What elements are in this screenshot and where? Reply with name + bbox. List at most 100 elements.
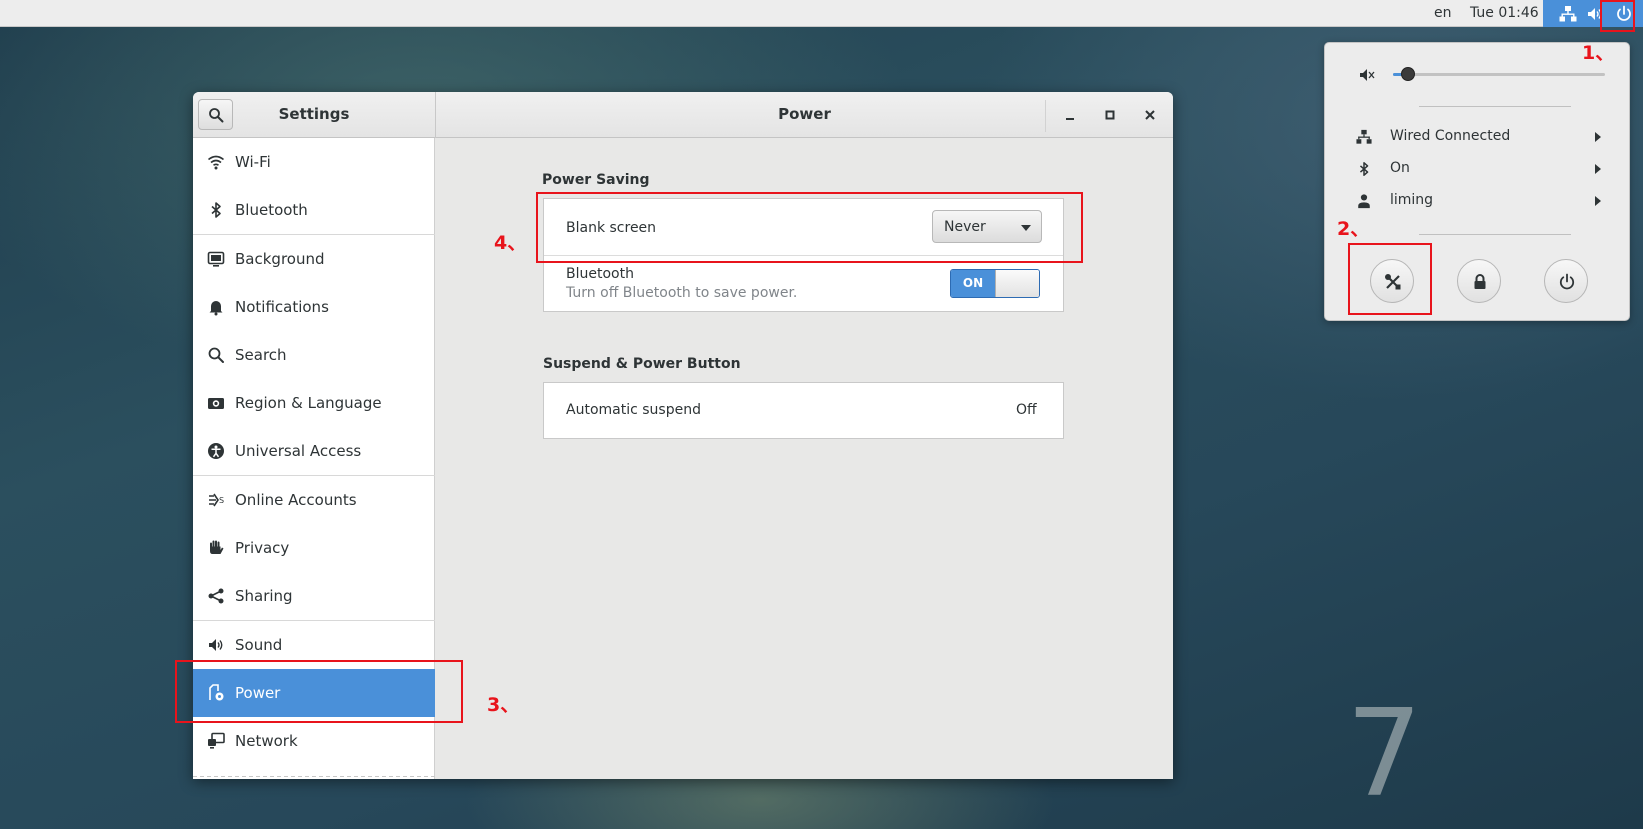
chevron-right-icon bbox=[1595, 196, 1601, 206]
hand-icon bbox=[207, 539, 225, 557]
minimize-button[interactable] bbox=[1059, 104, 1081, 126]
sidebar-item-label: Universal Access bbox=[235, 442, 362, 460]
sidebar-item-sharing[interactable]: Sharing bbox=[193, 572, 435, 620]
sidebar-item-label: Region & Language bbox=[235, 394, 382, 412]
suspend-card[interactable]: Automatic suspend Off bbox=[543, 382, 1064, 439]
user-icon bbox=[1356, 193, 1372, 209]
switch-on-label: ON bbox=[951, 270, 995, 297]
controls-divider bbox=[1045, 100, 1046, 132]
camera-icon bbox=[207, 394, 225, 412]
settings-icon bbox=[1385, 274, 1401, 290]
bluetooth-icon bbox=[1356, 161, 1372, 177]
system-menu: Wired Connected On liming bbox=[1324, 42, 1630, 321]
sidebar-item-label: Bluetooth bbox=[235, 201, 308, 219]
sidebar-item-label: Privacy bbox=[235, 539, 290, 557]
chevron-right-icon bbox=[1595, 132, 1601, 142]
blank-screen-value: Never bbox=[944, 219, 986, 235]
sidebar-item-universal-access[interactable]: Universal Access bbox=[193, 427, 435, 475]
power-icon bbox=[1559, 273, 1575, 290]
sidebar-item-label: Background bbox=[235, 250, 325, 268]
sidebar-item-online-accounts[interactable]: S Online Accounts bbox=[193, 476, 435, 524]
wallpaper-version-text: 7 bbox=[1346, 685, 1423, 824]
volume-slider-handle[interactable] bbox=[1400, 67, 1415, 81]
accessibility-icon bbox=[207, 442, 225, 460]
chevron-right-icon bbox=[1595, 164, 1601, 174]
bluetooth-power-switch[interactable]: ON bbox=[950, 269, 1040, 298]
sidebar-scroll-edge bbox=[193, 776, 435, 777]
background-icon bbox=[207, 250, 225, 268]
volume-slider[interactable] bbox=[1393, 73, 1605, 76]
sidebar-item-label: Search bbox=[235, 346, 287, 364]
sidebar-item-label: Sound bbox=[235, 636, 283, 654]
close-icon bbox=[1145, 110, 1155, 120]
row-divider bbox=[544, 255, 1063, 256]
settings-button[interactable] bbox=[1370, 259, 1414, 303]
menu-item-label: On bbox=[1390, 160, 1410, 176]
power-saving-card: Blank screen Never Bluetooth Turn off Bl… bbox=[543, 198, 1064, 312]
sidebar-item-privacy[interactable]: Privacy bbox=[193, 524, 435, 572]
sidebar-item-wifi[interactable]: Wi-Fi bbox=[193, 138, 435, 186]
online-accounts-icon: S bbox=[207, 491, 225, 509]
sidebar-item-label: Wi-Fi bbox=[235, 153, 271, 171]
sidebar-item-label: Sharing bbox=[235, 587, 293, 605]
sidebar-item-label: Power bbox=[235, 684, 281, 702]
svg-text:S: S bbox=[219, 496, 224, 505]
lock-icon bbox=[1474, 274, 1486, 289]
lock-button[interactable] bbox=[1457, 259, 1501, 303]
speaker-icon bbox=[207, 636, 225, 654]
annotation-step-2: 2、 bbox=[1337, 218, 1370, 240]
annotation-step-1: 1、 bbox=[1582, 42, 1615, 64]
bluetooth-power-description: Turn off Bluetooth to save power. bbox=[566, 285, 798, 301]
power-settings-icon bbox=[207, 684, 225, 702]
sidebar-item-label: Online Accounts bbox=[235, 491, 357, 509]
automatic-suspend-value: Off bbox=[1016, 402, 1037, 418]
power-icon[interactable] bbox=[1613, 4, 1635, 24]
sidebar-item-power[interactable]: Power bbox=[193, 669, 435, 717]
power-saving-heading: Power Saving bbox=[542, 172, 650, 188]
sidebar-item-bluetooth[interactable]: Bluetooth bbox=[193, 186, 435, 234]
close-button[interactable] bbox=[1139, 104, 1161, 126]
menu-item-label: liming bbox=[1390, 192, 1434, 208]
clock[interactable]: Tue 01:46 bbox=[1470, 5, 1539, 21]
sidebar-item-label: Network bbox=[235, 732, 298, 750]
annotation-step-3: 3、 bbox=[487, 694, 520, 716]
bell-icon bbox=[207, 298, 225, 316]
menu-separator bbox=[1419, 234, 1571, 235]
bluetooth-menu-item[interactable]: On bbox=[1325, 154, 1631, 184]
keyboard-language-indicator[interactable]: en bbox=[1434, 5, 1452, 21]
sidebar-item-label: Notifications bbox=[235, 298, 329, 316]
sidebar-item-network[interactable]: Network bbox=[193, 717, 435, 765]
minimize-icon bbox=[1066, 118, 1074, 120]
automatic-suspend-label: Automatic suspend bbox=[566, 402, 701, 418]
user-menu-item[interactable]: liming bbox=[1325, 186, 1631, 216]
volume-muted-icon bbox=[1358, 66, 1376, 84]
switch-knob bbox=[995, 270, 1039, 297]
sidebar-item-search[interactable]: Search bbox=[193, 331, 435, 379]
suspend-heading: Suspend & Power Button bbox=[543, 356, 741, 372]
power-off-button[interactable] bbox=[1544, 259, 1588, 303]
bluetooth-power-label: Bluetooth bbox=[566, 266, 634, 282]
search-icon bbox=[207, 346, 225, 364]
annotation-step-4: 4、 bbox=[494, 232, 527, 254]
settings-sidebar: Wi-Fi Bluetooth Background Notifications… bbox=[193, 138, 435, 779]
header-bar: Settings Power bbox=[193, 92, 1173, 138]
share-icon bbox=[207, 587, 225, 605]
sidebar-item-notifications[interactable]: Notifications bbox=[193, 283, 435, 331]
wifi-icon bbox=[207, 153, 225, 171]
sidebar-title: Settings bbox=[278, 105, 350, 123]
system-status-area[interactable] bbox=[1543, 0, 1643, 27]
blank-screen-dropdown[interactable]: Never bbox=[932, 210, 1042, 243]
network-icon bbox=[1559, 5, 1577, 23]
bluetooth-icon bbox=[207, 201, 225, 219]
sidebar-item-region-language[interactable]: Region & Language bbox=[193, 379, 435, 427]
wired-connection-item[interactable]: Wired Connected bbox=[1325, 122, 1631, 152]
maximize-button[interactable] bbox=[1099, 104, 1121, 126]
chevron-down-icon bbox=[1021, 225, 1031, 231]
menu-separator bbox=[1419, 106, 1571, 107]
sidebar-item-background[interactable]: Background bbox=[193, 235, 435, 283]
menu-item-label: Wired Connected bbox=[1390, 128, 1511, 144]
network-icon bbox=[207, 732, 225, 750]
sidebar-item-sound[interactable]: Sound bbox=[193, 621, 435, 669]
maximize-icon bbox=[1105, 110, 1115, 120]
settings-window: Settings Power Wi-Fi Bluetooth Backgroun… bbox=[193, 92, 1173, 779]
